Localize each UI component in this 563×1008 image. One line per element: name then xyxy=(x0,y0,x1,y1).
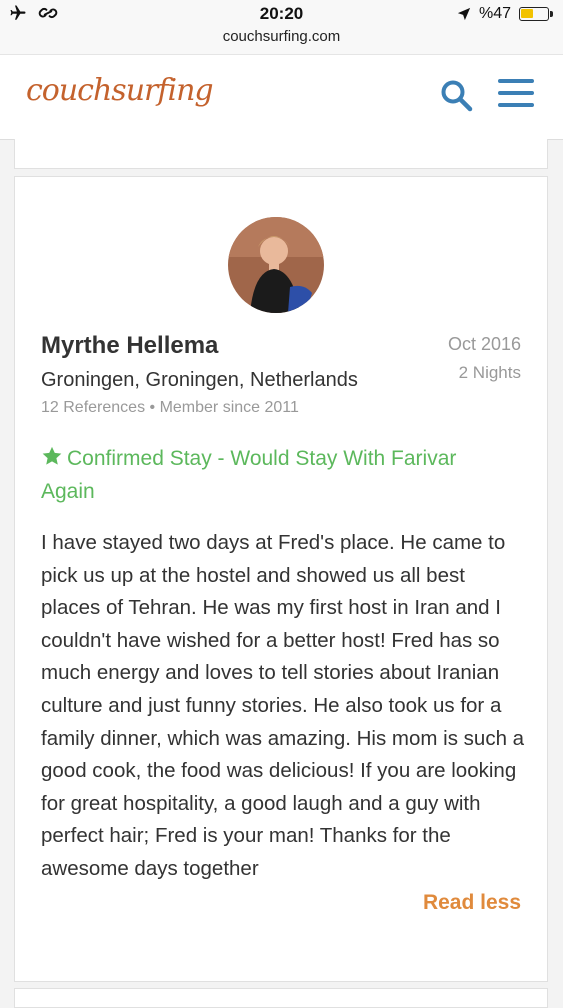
star-icon xyxy=(42,446,62,465)
bullet-separator: • xyxy=(149,399,160,416)
couchsurfing-logo[interactable]: couchsurfing xyxy=(26,73,214,108)
reference-text: I have stayed two days at Fred's place. … xyxy=(41,531,525,880)
status-right: %47 xyxy=(457,5,553,23)
read-less-link[interactable]: Read less xyxy=(423,891,521,915)
address-bar[interactable]: couchsurfing.com xyxy=(0,28,563,54)
status-bar: 20:20 %47 xyxy=(0,0,563,28)
references-count: 12 References xyxy=(41,399,146,416)
reviewer-meta: 12 References • Member since 2011 xyxy=(41,399,299,417)
status-text: Confirmed Stay - Would Stay With Farivar… xyxy=(41,447,457,503)
menu-button[interactable] xyxy=(498,79,534,113)
battery-icon xyxy=(519,7,553,21)
hamburger-icon-bar xyxy=(498,79,534,83)
confirmed-stay-status: Confirmed Stay - Would Stay With Farivar… xyxy=(41,442,501,508)
reviewer-name[interactable]: Myrthe Hellema xyxy=(41,332,218,360)
member-since: Member since 2011 xyxy=(159,399,299,416)
avatar-photo xyxy=(228,217,324,313)
hamburger-icon-bar xyxy=(498,103,534,107)
stay-nights: 2 Nights xyxy=(458,363,521,382)
location-arrow-icon xyxy=(457,7,471,21)
avatar[interactable] xyxy=(228,217,324,313)
search-icon xyxy=(441,80,473,112)
next-reference-card xyxy=(14,988,548,1008)
reference-card: Myrthe Hellema Groningen, Groningen, Net… xyxy=(14,176,548,982)
site-header: couchsurfing xyxy=(0,54,563,140)
battery-percent: %47 xyxy=(478,5,511,22)
battery-fill xyxy=(521,9,533,18)
url-text: couchsurfing.com xyxy=(222,28,341,45)
hamburger-icon-bar xyxy=(498,91,534,95)
stay-date: Oct 2016 xyxy=(447,334,521,354)
previous-reference-card xyxy=(14,139,548,169)
reviewer-location: Groningen, Groningen, Netherlands xyxy=(41,369,358,391)
search-button[interactable] xyxy=(440,79,474,113)
